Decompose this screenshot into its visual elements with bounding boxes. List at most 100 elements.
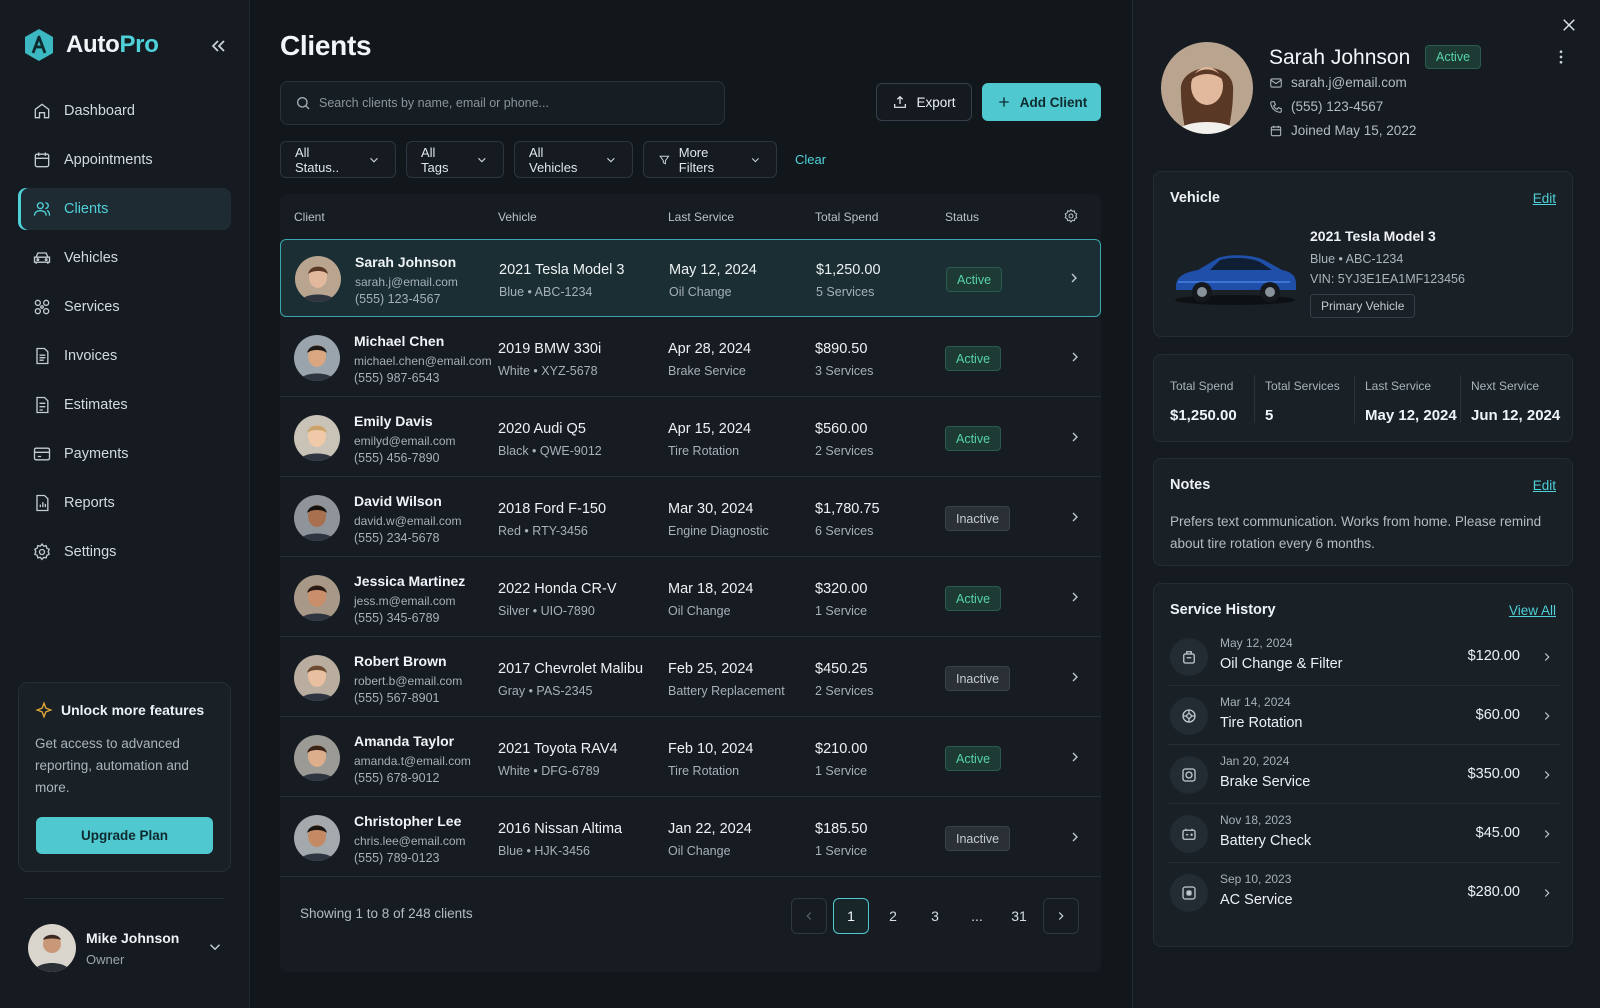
oil-can-icon xyxy=(1183,651,1195,664)
column-header-last-service[interactable]: Last Service xyxy=(668,210,734,224)
sidebar-item-label: Payments xyxy=(64,446,129,462)
more-vertical-icon[interactable] xyxy=(1552,48,1570,66)
close-icon[interactable] xyxy=(1560,16,1578,34)
prev-page-button[interactable] xyxy=(791,898,827,934)
page-button-2[interactable]: 2 xyxy=(875,898,911,934)
client-phone: (555) 678-9012 xyxy=(354,771,440,785)
sidebar-item-dashboard[interactable]: Dashboard xyxy=(18,90,231,132)
column-header-status[interactable]: Status xyxy=(945,210,979,224)
page-button-31[interactable]: 31 xyxy=(1001,898,1037,934)
column-header-total-spend[interactable]: Total Spend xyxy=(815,210,878,224)
table-row[interactable]: Amanda Taylor amanda.t@email.com (555) 678… xyxy=(280,719,1101,797)
service-count: 5 Services xyxy=(816,285,875,299)
view-all-history-link[interactable]: View All xyxy=(1509,603,1556,618)
table-row[interactable]: Jessica Martinez jess.m@email.com (555) 34… xyxy=(280,559,1101,637)
estimate-icon xyxy=(36,396,49,414)
vehicle-details: Red • RTY-3456 xyxy=(498,524,588,538)
upgrade-plan-button[interactable]: Upgrade Plan xyxy=(36,817,213,854)
chevron-right-icon[interactable] xyxy=(1067,749,1083,765)
report-icon xyxy=(36,494,49,512)
services-icon xyxy=(34,299,50,315)
chevron-right-icon[interactable] xyxy=(1067,509,1083,525)
add-client-button[interactable]: Add Client xyxy=(982,83,1101,121)
table-row[interactable]: David Wilson david.w@email.com (555) 234-5… xyxy=(280,479,1101,557)
page-ellipsis: ... xyxy=(971,908,983,924)
client-name: Amanda Taylor xyxy=(354,733,455,749)
table-row[interactable]: Emily Davis emilyd@email.com (555) 456-789… xyxy=(280,399,1101,477)
sidebar-item-vehicles[interactable]: Vehicles xyxy=(18,237,231,279)
service-history-item[interactable]: Nov 18, 2023 Battery Check $45.00 xyxy=(1168,803,1560,863)
chevron-right-icon[interactable] xyxy=(1067,829,1083,845)
client-email: jess.m@email.com xyxy=(354,594,456,608)
table-row[interactable]: Sarah Johnson sarah.j@email.com (555) 123-… xyxy=(280,239,1101,317)
last-service-type: Tire Rotation xyxy=(668,764,740,778)
user-menu[interactable]: Mike Johnson Owner xyxy=(28,924,224,972)
column-header-client[interactable]: Client xyxy=(294,210,325,224)
sidebar-item-invoices[interactable]: Invoices xyxy=(18,335,231,377)
service-date: Jan 20, 2024 xyxy=(1220,754,1290,768)
sidebar-item-label: Services xyxy=(64,299,120,315)
client-phone[interactable]: (555) 123-4567 xyxy=(1269,99,1383,114)
sidebar-item-label: Clients xyxy=(64,201,109,217)
sidebar-item-estimates[interactable]: Estimates xyxy=(18,384,231,426)
tags-filter[interactable]: All Tags xyxy=(406,141,504,178)
service-amount: $350.00 xyxy=(1467,766,1520,782)
chevron-left-icon xyxy=(806,912,812,920)
upgrade-card: Unlock more features Get access to advan… xyxy=(18,682,231,872)
vehicle-details: White • DFG-6789 xyxy=(498,764,600,778)
column-header-vehicle[interactable]: Vehicle xyxy=(498,210,537,224)
sidebar-item-settings[interactable]: Settings xyxy=(18,531,231,573)
service-history-item[interactable]: Mar 14, 2024 Tire Rotation $60.00 xyxy=(1168,685,1560,745)
page-button-3[interactable]: 3 xyxy=(917,898,953,934)
service-count: 1 Service xyxy=(815,844,868,858)
edit-notes-link[interactable]: Edit xyxy=(1533,478,1556,493)
client-email: sarah.j@email.com xyxy=(355,275,458,289)
next-page-button[interactable] xyxy=(1043,898,1079,934)
chevron-right-icon[interactable] xyxy=(1067,349,1083,365)
sidebar-item-services[interactable]: Services xyxy=(18,286,231,328)
table-settings-icon[interactable] xyxy=(1063,208,1079,224)
chevron-right-icon[interactable] xyxy=(1067,589,1083,605)
status-badge: Inactive xyxy=(945,826,1011,851)
service-icon xyxy=(1170,815,1208,853)
chevron-right-icon[interactable] xyxy=(1067,669,1083,685)
more-filters-button[interactable]: More Filters xyxy=(643,141,777,178)
last-service-type: Tire Rotation xyxy=(668,444,740,458)
table-row[interactable]: Robert Brown robert.b@email.com (555) 567-… xyxy=(280,639,1101,717)
service-history-item[interactable]: Jan 20, 2024 Brake Service $350.00 xyxy=(1168,744,1560,804)
service-icon xyxy=(1170,874,1208,912)
vehicle-details: Blue • HJK-3456 xyxy=(498,844,590,858)
search-input[interactable] xyxy=(319,96,719,110)
client-email[interactable]: sarah.j@email.com xyxy=(1269,75,1407,90)
service-history-item[interactable]: May 12, 2024 Oil Change & Filter $120.00 xyxy=(1168,626,1560,686)
clear-filters-link[interactable]: Clear xyxy=(795,152,826,167)
sidebar-item-reports[interactable]: Reports xyxy=(18,482,231,524)
sidebar-item-payments[interactable]: Payments xyxy=(18,433,231,475)
collapse-sidebar-button[interactable] xyxy=(206,34,230,58)
sidebar-item-clients[interactable]: Clients xyxy=(18,188,231,230)
chevron-right-icon[interactable] xyxy=(1067,429,1083,445)
chevron-down-icon xyxy=(478,157,486,163)
page-title: Clients xyxy=(280,30,372,61)
client-email: michael.chen@email.com xyxy=(354,354,492,368)
calendar-icon xyxy=(1270,125,1282,136)
edit-vehicle-link[interactable]: Edit xyxy=(1533,191,1556,206)
table-row[interactable]: Christopher Lee chris.lee@email.com (555) … xyxy=(280,799,1101,877)
page-button-1[interactable]: 1 xyxy=(833,898,869,934)
service-count: 1 Service xyxy=(815,604,868,618)
app-logo[interactable]: AutoPro xyxy=(24,28,159,62)
service-count: 3 Services xyxy=(815,364,874,378)
service-name: Tire Rotation xyxy=(1220,715,1303,731)
home-icon xyxy=(34,103,50,119)
vehicles-filter[interactable]: All Vehicles xyxy=(514,141,633,178)
tire-icon xyxy=(1182,709,1196,723)
service-history-item[interactable]: Sep 10, 2023 AC Service $280.00 xyxy=(1168,862,1560,922)
chevron-right-icon[interactable] xyxy=(1066,270,1082,286)
status-filter[interactable]: All Status.. xyxy=(280,141,396,178)
app-name: AutoPro xyxy=(66,31,159,58)
sidebar-item-appointments[interactable]: Appointments xyxy=(18,139,231,181)
ac-icon xyxy=(1182,886,1196,900)
table-row[interactable]: Michael Chen michael.chen@email.com (555) … xyxy=(280,319,1101,397)
avatar xyxy=(294,575,340,621)
export-button[interactable]: Export xyxy=(876,83,972,121)
